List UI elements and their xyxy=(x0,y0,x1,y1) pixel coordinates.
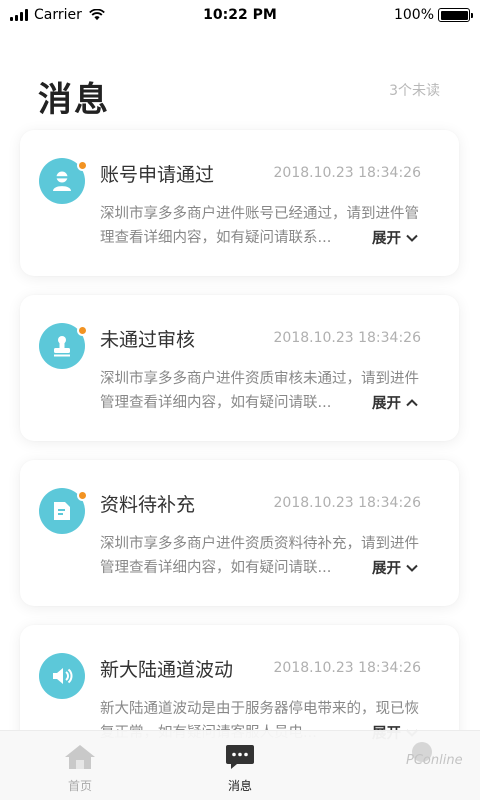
expand-label: 展开 xyxy=(372,231,401,247)
user-icon xyxy=(39,158,88,204)
message-time: 2018.10.23 18:34:26 xyxy=(273,165,422,181)
status-left: Carrier xyxy=(10,7,106,23)
message-card[interactable]: 账号申请通过 2018.10.23 18:34:26 深圳市享多多商户进件账号已… xyxy=(20,130,459,276)
expand-button[interactable]: 展开 xyxy=(366,227,419,248)
message-title: 资料待补充 xyxy=(100,494,196,516)
tab-home[interactable]: 首页 xyxy=(0,731,160,800)
signal-icon xyxy=(10,9,28,21)
message-title: 账号申请通过 xyxy=(100,164,215,186)
chevron-down-icon xyxy=(406,564,418,572)
unread-count: 3个未读 xyxy=(389,83,440,99)
status-bar: Carrier 10:22 PM 100% xyxy=(0,0,480,30)
speaker-icon xyxy=(39,653,85,699)
unread-dot xyxy=(77,490,88,501)
wifi-icon xyxy=(89,9,105,21)
expand-button[interactable]: 展开 xyxy=(366,557,419,578)
message-time: 2018.10.23 18:34:26 xyxy=(273,660,422,676)
message-time: 2018.10.23 18:34:26 xyxy=(273,330,422,346)
page-header: 消息 3个未读 xyxy=(38,72,440,122)
message-time: 2018.10.23 18:34:26 xyxy=(273,495,422,511)
chevron-up-icon xyxy=(406,398,418,406)
expand-label: 展开 xyxy=(372,396,401,412)
svg-text:PConline: PConline xyxy=(406,753,463,768)
tab-messages[interactable]: 消息 xyxy=(160,731,320,800)
carrier-label: Carrier xyxy=(34,7,82,23)
page-title: 消息 xyxy=(38,80,110,120)
battery-icon xyxy=(438,8,473,22)
message-title: 新大陆通道波动 xyxy=(100,659,234,681)
unread-dot xyxy=(77,160,88,171)
message-card[interactable]: 资料待补充 2018.10.23 18:34:26 深圳市享多多商户进件资质资料… xyxy=(20,460,459,606)
expand-button[interactable]: 展开 xyxy=(366,392,419,413)
chat-bubble-icon xyxy=(226,745,254,769)
document-icon xyxy=(39,488,88,534)
stamp-icon xyxy=(39,323,88,369)
chevron-down-icon xyxy=(406,234,418,242)
unread-dot xyxy=(77,325,88,336)
watermark-logo: PConline xyxy=(406,742,463,768)
message-title: 未通过审核 xyxy=(100,329,196,351)
expand-label: 展开 xyxy=(372,561,401,577)
tab-messages-label: 消息 xyxy=(227,779,252,793)
status-time: 10:22 PM xyxy=(203,7,277,23)
message-card[interactable]: 未通过审核 2018.10.23 18:34:26 深圳市享多多商户进件资质审核… xyxy=(20,295,459,441)
tab-home-label: 首页 xyxy=(67,779,92,793)
status-right: 100% xyxy=(393,7,473,23)
battery-percent: 100% xyxy=(393,7,434,23)
home-icon xyxy=(65,745,95,769)
